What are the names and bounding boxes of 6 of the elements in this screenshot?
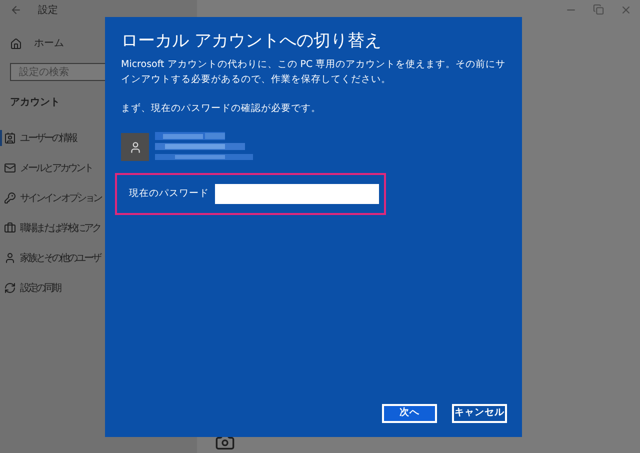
window-title: 設定 bbox=[38, 4, 58, 18]
password-label: 現在のパスワード bbox=[129, 186, 210, 201]
instruction: まず、現在のパスワードの確認が必要です。 bbox=[121, 102, 322, 116]
dialog-title: ローカル アカウントへの切り替え bbox=[121, 30, 382, 52]
description: Microsoft アカウントの代わりに、この PC 専用のアカウントを使えます。その前にサインアウトする必要があるので、作業を保存してください。 bbox=[121, 58, 506, 87]
section-title: アカウント bbox=[10, 96, 60, 110]
